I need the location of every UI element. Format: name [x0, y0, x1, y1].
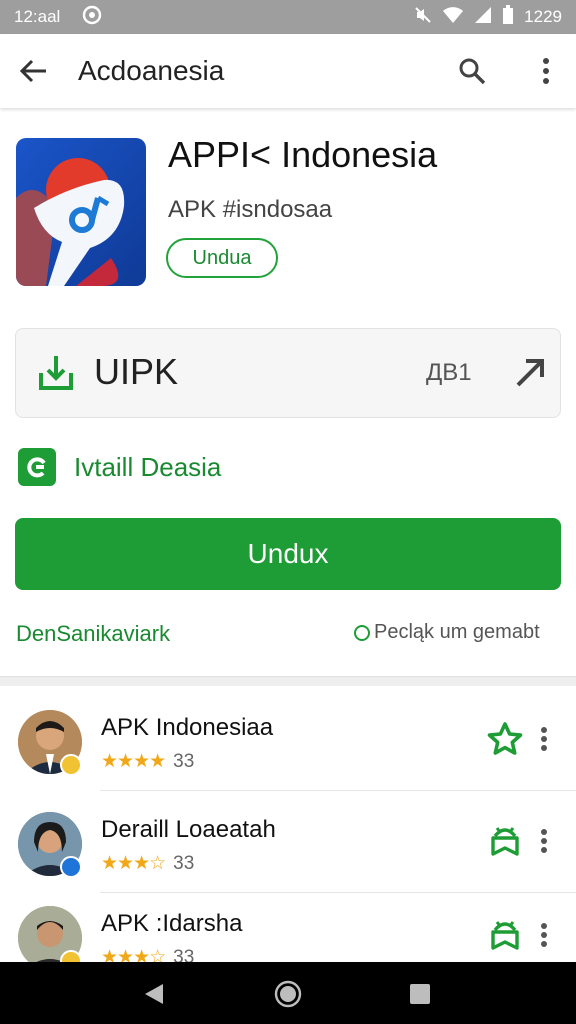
- back-button[interactable]: [0, 34, 66, 108]
- report-link[interactable]: Pecląk um gemabt: [354, 621, 540, 644]
- nav-home-icon[interactable]: [268, 974, 308, 1014]
- more-vert-icon: [543, 58, 549, 84]
- verified-text: Ivtaill Deasia: [74, 451, 222, 482]
- nav-back-icon[interactable]: [134, 974, 174, 1014]
- rating-stars: ★★★☆: [101, 853, 166, 874]
- android-outline-icon[interactable]: [486, 822, 524, 860]
- report-link-label: Pecląk um gemabt: [374, 621, 540, 643]
- app-name: APPI< Indonesia: [168, 134, 438, 175]
- status-time: 12:aal: [14, 7, 61, 26]
- rating: ★★★★ 33: [101, 750, 194, 773]
- page-title: Acdoanesia: [78, 55, 225, 86]
- more-vert-icon[interactable]: [532, 722, 556, 756]
- install-chip[interactable]: Undua: [166, 238, 278, 278]
- download-card[interactable]: UIPK ДB1: [15, 328, 561, 418]
- system-nav-bar: [0, 962, 576, 1024]
- avatar-badge: [60, 856, 82, 878]
- open-arrow-icon[interactable]: [512, 355, 548, 396]
- list-item-title: APK Indonesiaa: [101, 714, 274, 741]
- signal-icon: [474, 6, 492, 29]
- rating: ★★★☆ 33: [101, 852, 194, 875]
- android-outline-icon[interactable]: [486, 916, 524, 954]
- more-vert-icon[interactable]: [532, 918, 556, 952]
- rating-count: 33: [173, 852, 195, 874]
- status-bar: 12:aal 1229: [0, 0, 576, 34]
- download-card-size: ДB1: [426, 359, 472, 386]
- list-item[interactable]: Deraill Loaeatah ★★★☆ 33: [0, 792, 576, 892]
- list-item[interactable]: APK Indonesiaa ★★★★ 33: [0, 690, 576, 790]
- verified-icon: [18, 448, 56, 486]
- app-bar: Acdoanesia: [0, 34, 576, 108]
- developer-link[interactable]: DenSanikaviark: [16, 621, 170, 647]
- list-item-title: APK :Idarsha: [101, 910, 243, 937]
- search-button[interactable]: [452, 51, 492, 91]
- wifi-icon: [442, 6, 464, 29]
- app-developer: APK #isndosaa: [168, 196, 333, 223]
- list-item-title: Deraill Loaeatah: [101, 816, 276, 843]
- verified-row: Ivtaill Deasia: [18, 448, 221, 486]
- mute-icon: [414, 6, 432, 29]
- overflow-menu-button[interactable]: [528, 51, 564, 91]
- avatar-badge: [60, 754, 82, 776]
- search-icon: [459, 58, 486, 85]
- battery-icon: [502, 4, 514, 30]
- app-icon: [16, 138, 146, 286]
- download-icon: [38, 353, 74, 396]
- status-clock: 1229: [524, 7, 562, 26]
- back-arrow-icon: [19, 59, 46, 83]
- section-divider: [0, 676, 576, 686]
- download-button[interactable]: Undux: [15, 518, 561, 590]
- more-vert-icon[interactable]: [532, 824, 556, 858]
- star-outline-icon[interactable]: [486, 720, 524, 758]
- download-card-label: UIPK: [94, 351, 179, 392]
- notification-icon: [82, 5, 102, 30]
- rating-count: 33: [173, 750, 195, 772]
- nav-recents-icon[interactable]: [400, 974, 440, 1014]
- rating-stars: ★★★★: [101, 751, 166, 772]
- circle-icon: [354, 624, 370, 641]
- list-divider: [100, 790, 576, 791]
